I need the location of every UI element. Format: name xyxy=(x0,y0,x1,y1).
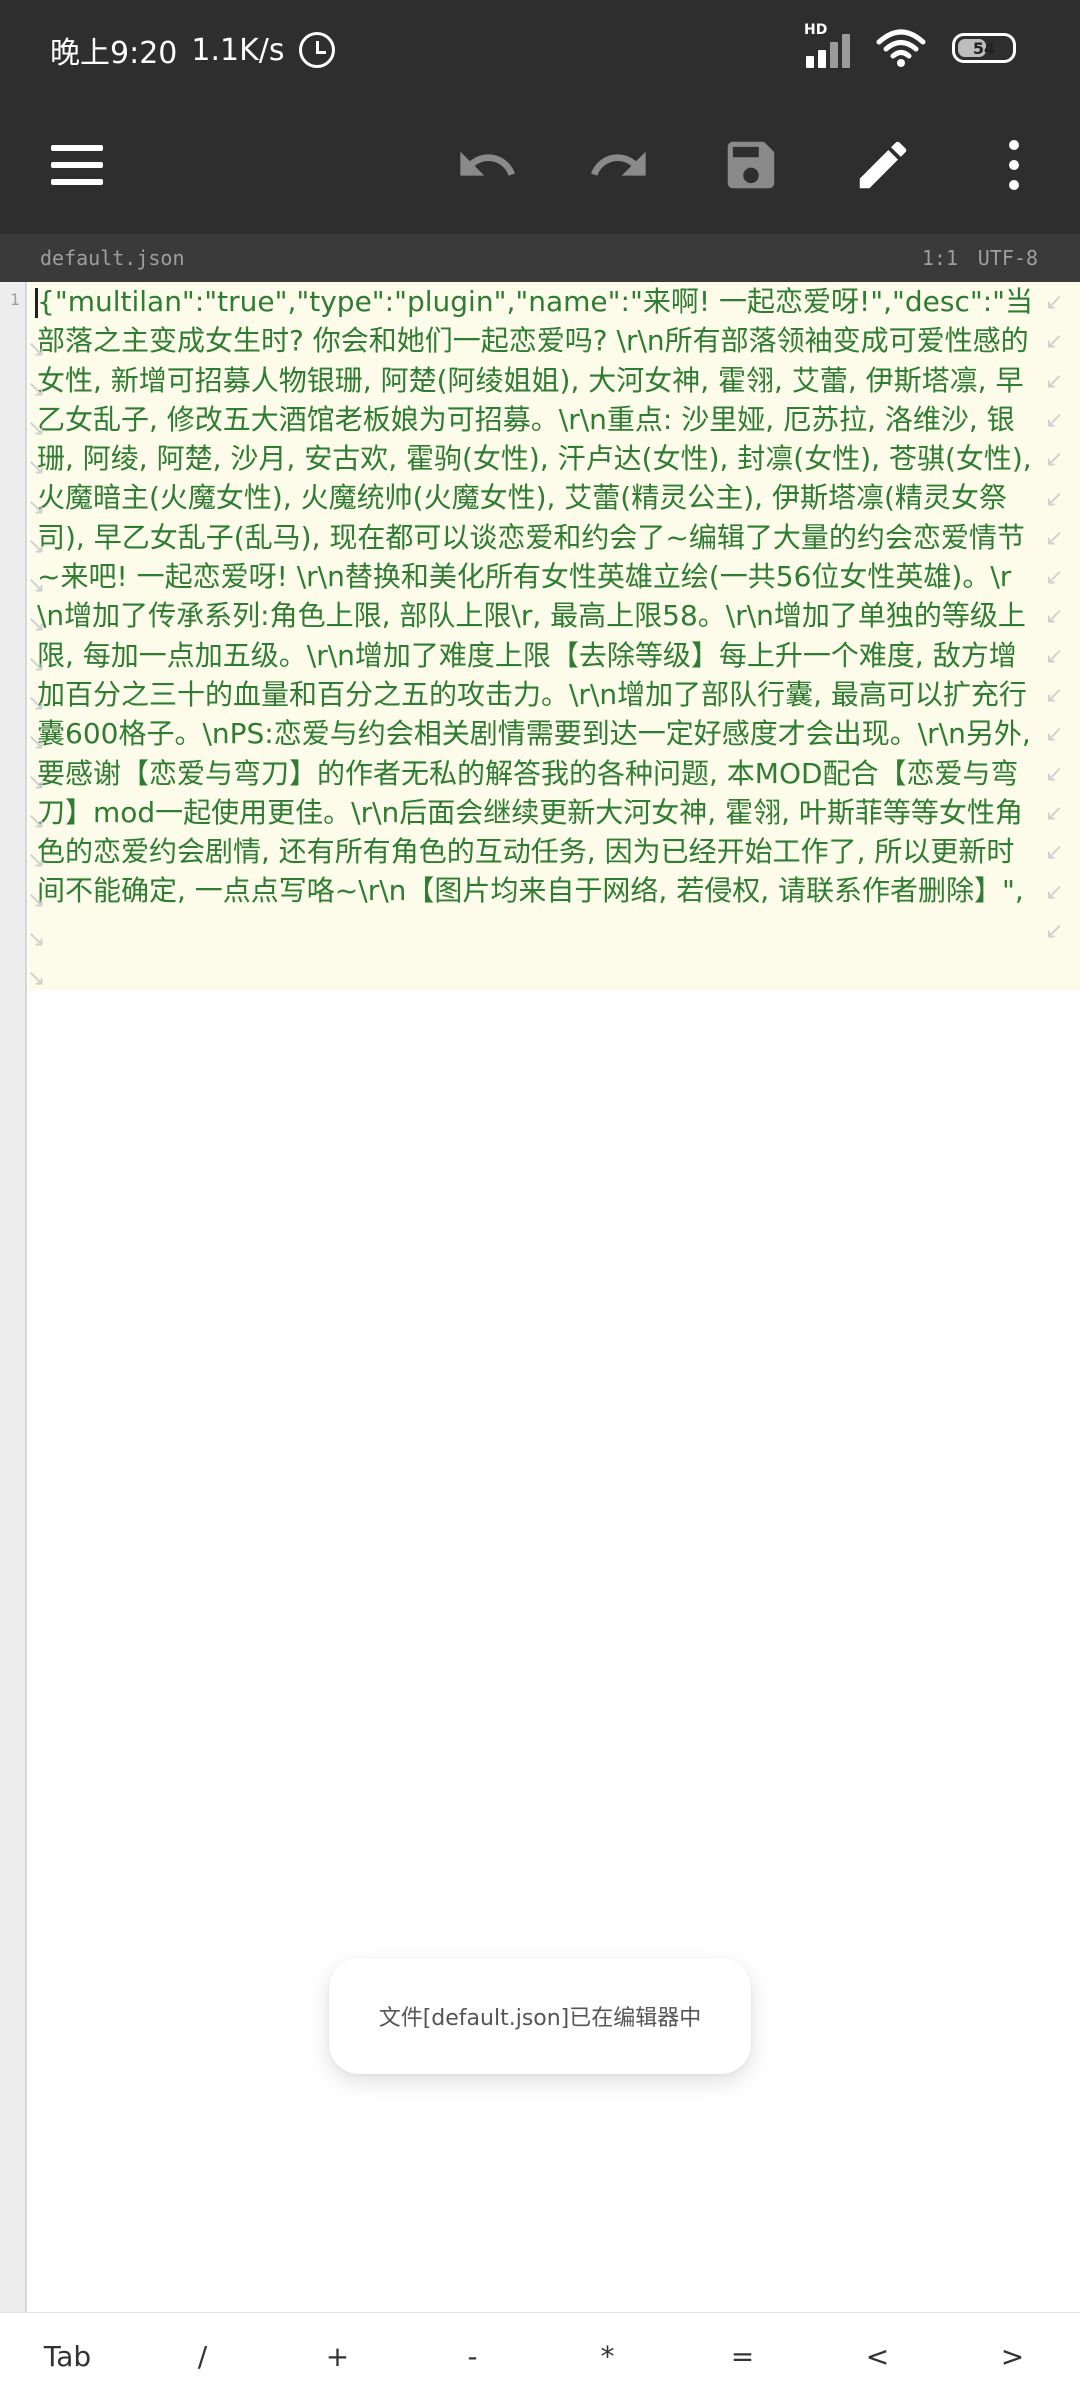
wrap-arrow-icon: ↘ xyxy=(27,926,46,952)
file-info-bar: default.json 1:1 UTF-8 xyxy=(0,234,1080,282)
file-name: default.json xyxy=(40,246,185,270)
undo-icon xyxy=(460,151,515,176)
current-line-highlight: {"multilan":"true","type":"plugin","name… xyxy=(27,282,1080,992)
menu-button[interactable] xyxy=(42,130,112,200)
save-button[interactable] xyxy=(716,130,786,200)
cursor-position: 1:1 xyxy=(921,246,958,270)
symbol-key-equals[interactable]: = xyxy=(675,2313,810,2400)
wifi-icon xyxy=(876,29,926,67)
edit-icon xyxy=(859,141,907,189)
wrap-arrow-icon: ↙ xyxy=(1045,486,1064,512)
wrap-arrow-icon: ↘ xyxy=(27,769,46,795)
wrap-arrow-icon: ↙ xyxy=(1045,840,1064,866)
menu-icon xyxy=(51,145,103,185)
symbol-key-less-than[interactable]: < xyxy=(810,2313,945,2400)
wrap-arrow-icon: ↘ xyxy=(27,533,46,559)
wrap-arrow-icon: ↙ xyxy=(1045,879,1064,905)
clock: 晚上9:20 xyxy=(50,36,178,71)
wrap-arrow-icon: ↙ xyxy=(1045,643,1064,669)
alarm-icon xyxy=(298,32,335,68)
wrap-arrow-icon: ↙ xyxy=(1045,290,1064,315)
hd-label: HD xyxy=(804,22,828,38)
net-speed: 1.1K/s xyxy=(191,32,285,68)
undo-button[interactable] xyxy=(452,130,522,200)
wrap-arrow-icon: ↙ xyxy=(1045,683,1064,708)
wrap-arrow-icon: ↘ xyxy=(27,337,46,363)
wrap-arrow-icon: ↘ xyxy=(27,966,46,992)
wrap-arrow-icon: ↙ xyxy=(1045,800,1064,826)
symbol-input-bar: Tab / + - * = < > xyxy=(0,2312,1080,2400)
wrap-arrow-icon: ↘ xyxy=(27,651,46,677)
status-left: 晚上9:20 1.1K/s xyxy=(50,28,335,72)
line-gutter: 1 xyxy=(0,282,27,2312)
symbol-key-asterisk[interactable]: * xyxy=(540,2313,675,2400)
wrap-arrow-icon: ↘ xyxy=(27,455,46,481)
redo-button[interactable] xyxy=(584,130,654,200)
battery-level: 54 xyxy=(972,38,996,58)
symbol-key-greater-than[interactable]: > xyxy=(945,2313,1080,2400)
wrap-markers: ↙ ↘ ↙ ↘ ↙ ↘ ↙ ↘ ↙ ↘ ↙ ↘ ↙ ↘ ↙ ↘ ↙ ↘ ↙ ↘ ↙ ↘ ↙ ↘ ↙ ↘ ↙ ↘ ↙ ↘ ↙ ↘ ↙ ↘ xyxy=(27,282,1080,992)
wrap-arrow-icon: ↙ xyxy=(1045,368,1064,394)
symbol-key-minus[interactable]: - xyxy=(405,2313,540,2400)
wrap-arrow-icon: ↘ xyxy=(27,494,46,520)
wrap-arrow-icon: ↘ xyxy=(27,730,46,756)
status-bar: 晚上9:20 1.1K/s HD 54 xyxy=(0,0,1080,100)
status-right: HD 54 xyxy=(804,22,1016,68)
wrap-arrow-icon: ↘ xyxy=(27,887,46,913)
battery-icon: 54 xyxy=(952,33,1016,63)
wrap-arrow-icon: ↙ xyxy=(1045,525,1064,551)
wrap-arrow-icon: ↘ xyxy=(27,573,46,599)
edit-button[interactable] xyxy=(848,130,918,200)
wrap-arrow-icon: ↙ xyxy=(1045,329,1064,355)
redo-icon xyxy=(591,151,646,176)
wrap-arrow-icon: ↙ xyxy=(1045,565,1064,591)
wrap-arrow-icon: ↙ xyxy=(1045,604,1064,630)
wrap-arrow-icon: ↙ xyxy=(1045,447,1064,473)
line-number: 1 xyxy=(10,290,20,309)
editor-toolbar xyxy=(0,100,1080,234)
symbol-key-tab[interactable]: Tab xyxy=(0,2313,135,2400)
wrap-arrow-icon: ↘ xyxy=(27,376,46,402)
wrap-arrow-icon: ↙ xyxy=(1045,761,1064,787)
save-icon xyxy=(727,141,775,189)
wrap-arrow-icon: ↙ xyxy=(1045,407,1064,433)
wrap-arrow-icon: ↘ xyxy=(27,848,46,874)
wrap-arrow-icon: ↘ xyxy=(27,808,46,834)
file-encoding[interactable]: UTF-8 xyxy=(978,246,1038,270)
symbol-key-plus[interactable]: + xyxy=(270,2313,405,2400)
toast-notification: 文件[default.json]已在编辑器中 xyxy=(329,1958,751,2074)
signal-icon: HD xyxy=(804,22,850,68)
wrap-arrow-icon: ↙ xyxy=(1045,918,1064,944)
toast-message: 文件[default.json]已在编辑器中 xyxy=(378,2006,702,2031)
wrap-arrow-icon: ↙ xyxy=(1045,722,1064,748)
wrap-arrow-icon: ↘ xyxy=(27,612,46,638)
symbol-key-slash[interactable]: / xyxy=(135,2313,270,2400)
wrap-arrow-icon: ↘ xyxy=(27,415,46,441)
wrap-arrow-icon: ↘ xyxy=(27,691,46,716)
more-options-button[interactable] xyxy=(979,130,1049,200)
more-vert-icon xyxy=(1009,140,1019,190)
